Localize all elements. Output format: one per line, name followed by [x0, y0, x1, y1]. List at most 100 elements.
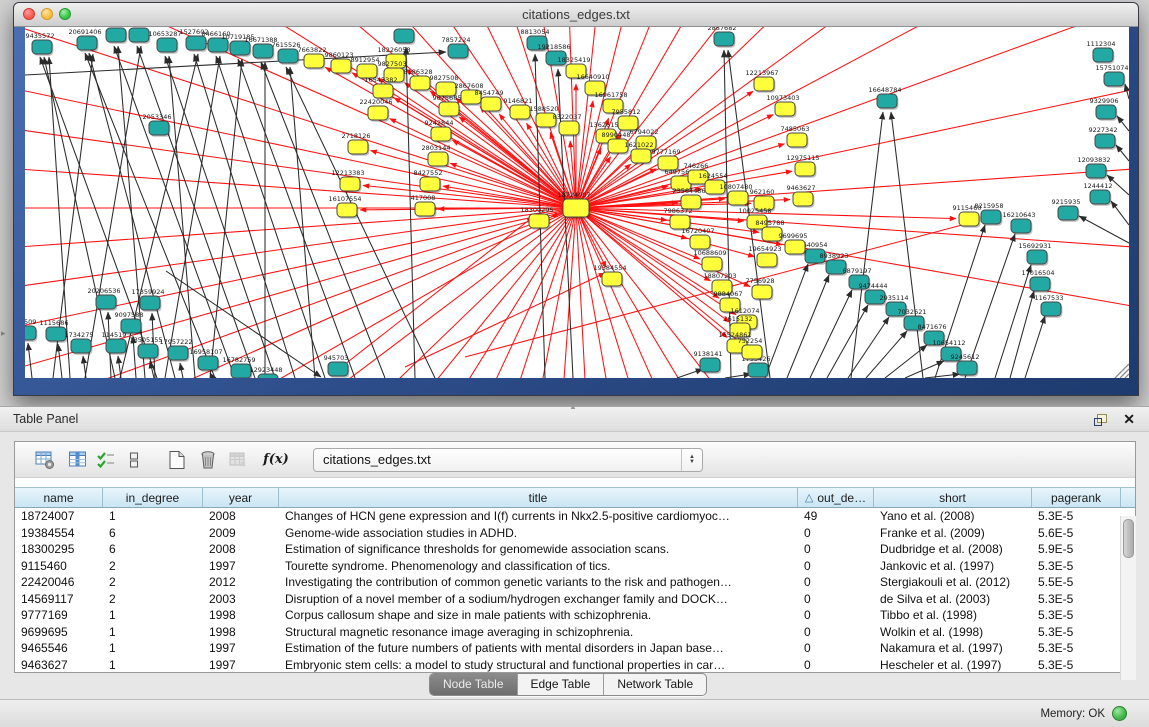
graph-node[interactable] — [787, 133, 807, 147]
graph-node[interactable] — [77, 36, 97, 50]
graph-node[interactable] — [258, 374, 278, 378]
table-cell[interactable]: 0 — [798, 526, 874, 540]
table-cell[interactable]: 9465546 — [15, 641, 103, 655]
function-builder-icon[interactable]: f(x) — [265, 449, 287, 471]
table-cell[interactable]: 22420046 — [15, 575, 103, 589]
column-header[interactable]: year — [203, 488, 279, 507]
table-cell[interactable]: 9463627 — [15, 658, 103, 672]
table-selector-dropdown[interactable]: citations_edges.txt ▲▼ — [313, 448, 703, 472]
table-cell[interactable]: Dudbridge et al. (2008) — [874, 542, 1032, 556]
column-header[interactable]: pagerank — [1032, 488, 1121, 507]
table-cell[interactable]: Structural magnetic resonance image aver… — [279, 625, 798, 639]
new-table-icon[interactable] — [166, 449, 188, 471]
table-cell[interactable]: Yano et al. (2008) — [874, 509, 1032, 523]
graph-node[interactable] — [149, 121, 169, 135]
graph-node[interactable] — [186, 36, 206, 50]
graph-node[interactable] — [481, 97, 501, 111]
graph-node[interactable] — [71, 339, 91, 353]
table-cell[interactable]: 9115460 — [15, 559, 103, 573]
graph-node[interactable] — [714, 32, 734, 46]
graph-node[interactable] — [106, 28, 126, 42]
delete-table-icon[interactable] — [197, 449, 219, 471]
table-cell[interactable]: 0 — [798, 608, 874, 622]
row-height-icon[interactable] — [123, 449, 145, 471]
table-cell[interactable]: 18300295 — [15, 542, 103, 556]
table-cell[interactable]: 5.5E-5 — [1032, 575, 1121, 589]
graph-node[interactable] — [1086, 164, 1106, 178]
table-cell[interactable]: 2008 — [203, 509, 279, 523]
table-cell[interactable]: 1997 — [203, 641, 279, 655]
graph-node[interactable] — [431, 127, 451, 141]
graph-node[interactable] — [368, 106, 388, 120]
close-window-button[interactable] — [23, 8, 35, 20]
table-cell[interactable]: 6 — [103, 542, 203, 556]
table-row[interactable]: 1938455462009Genome-wide association stu… — [15, 525, 1135, 542]
table-cell[interactable]: 2008 — [203, 542, 279, 556]
table-cell[interactable]: 2012 — [203, 575, 279, 589]
graph-node[interactable] — [1090, 190, 1110, 204]
table-row[interactable]: 1456911722003Disruption of a novel membe… — [15, 591, 1135, 608]
network-view-window[interactable]: citations_edges.txt 94355722069140620497… — [13, 2, 1139, 396]
table-cell[interactable]: Embryonic stem cells: a model to study s… — [279, 658, 798, 672]
table-cell[interactable]: 2003 — [203, 592, 279, 606]
column-header[interactable]: in_degree — [103, 488, 203, 507]
graph-node[interactable] — [415, 202, 435, 216]
graph-node[interactable] — [340, 177, 360, 191]
graph-node[interactable] — [96, 295, 116, 309]
graph-node[interactable] — [959, 212, 979, 226]
graph-node[interactable] — [785, 240, 805, 254]
float-panel-icon[interactable] — [1094, 414, 1107, 426]
graph-node[interactable] — [331, 59, 351, 73]
graph-node[interactable] — [559, 121, 579, 135]
table-cell[interactable]: 0 — [798, 575, 874, 589]
splitter-handle-icon[interactable]: ▲ — [569, 402, 577, 411]
table-cell[interactable]: Estimation of significance thresholds fo… — [279, 542, 798, 556]
memory-ok-indicator[interactable] — [1112, 706, 1127, 721]
table-cell[interactable]: 6 — [103, 526, 203, 540]
table-cell[interactable]: Tourette syndrome. Phenomenology and cla… — [279, 559, 798, 573]
table-cell[interactable]: Jankovic et al. (1997) — [874, 559, 1032, 573]
graph-node[interactable] — [168, 346, 188, 360]
table-cell[interactable]: Tibbo et al. (1998) — [874, 608, 1032, 622]
graph-node[interactable] — [748, 363, 768, 377]
table-cell[interactable]: 5.3E-5 — [1032, 509, 1121, 523]
graph-node[interactable] — [702, 257, 722, 271]
graph-node[interactable] — [394, 29, 414, 43]
graph-node[interactable] — [563, 199, 589, 217]
table-cell[interactable]: de Silva et al. (2003) — [874, 592, 1032, 606]
column-header[interactable]: title — [279, 488, 798, 507]
table-row[interactable]: 1872400712008Changes of HCN gene express… — [15, 508, 1135, 525]
graph-node[interactable] — [981, 210, 1001, 224]
column-header[interactable]: name — [15, 488, 103, 507]
graph-node[interactable] — [25, 326, 36, 340]
table-cell[interactable]: Nakamura et al. (1997) — [874, 641, 1032, 655]
table-cell[interactable]: 2009 — [203, 526, 279, 540]
tab-node-table[interactable]: Node Table — [430, 674, 518, 695]
canvas-resize-grip[interactable] — [1115, 364, 1129, 378]
graph-node[interactable] — [420, 177, 440, 191]
graph-node[interactable] — [1030, 277, 1050, 291]
graph-node[interactable] — [348, 140, 368, 154]
graph-node[interactable] — [278, 49, 298, 63]
graph-node[interactable] — [793, 192, 813, 206]
table-cell[interactable]: 19384554 — [15, 526, 103, 540]
table-cell[interactable]: 2 — [103, 592, 203, 606]
window-titlebar[interactable]: citations_edges.txt — [14, 3, 1138, 27]
tab-network-table[interactable]: Network Table — [604, 674, 706, 695]
graph-node[interactable] — [337, 203, 357, 217]
graph-node[interactable] — [1096, 105, 1116, 119]
graph-node[interactable] — [795, 162, 815, 176]
graph-node[interactable] — [752, 285, 772, 299]
column-header[interactable]: short — [874, 488, 1032, 507]
table-cell[interactable]: Disruption of a novel member of a sodium… — [279, 592, 798, 606]
graph-node[interactable] — [304, 54, 324, 68]
table-cell[interactable]: Hescheler et al. (1997) — [874, 658, 1032, 672]
graph-node[interactable] — [1058, 206, 1078, 220]
table-row[interactable]: 911546021997Tourette syndrome. Phenomeno… — [15, 558, 1135, 575]
import-table-icon[interactable] — [227, 449, 249, 471]
graph-node[interactable] — [775, 102, 795, 116]
table-cell[interactable]: Genome-wide association studies in ADHD. — [279, 526, 798, 540]
scrollbar-thumb[interactable] — [1123, 519, 1134, 558]
tab-edge-table[interactable]: Edge Table — [518, 674, 605, 695]
graph-node[interactable] — [129, 28, 149, 42]
